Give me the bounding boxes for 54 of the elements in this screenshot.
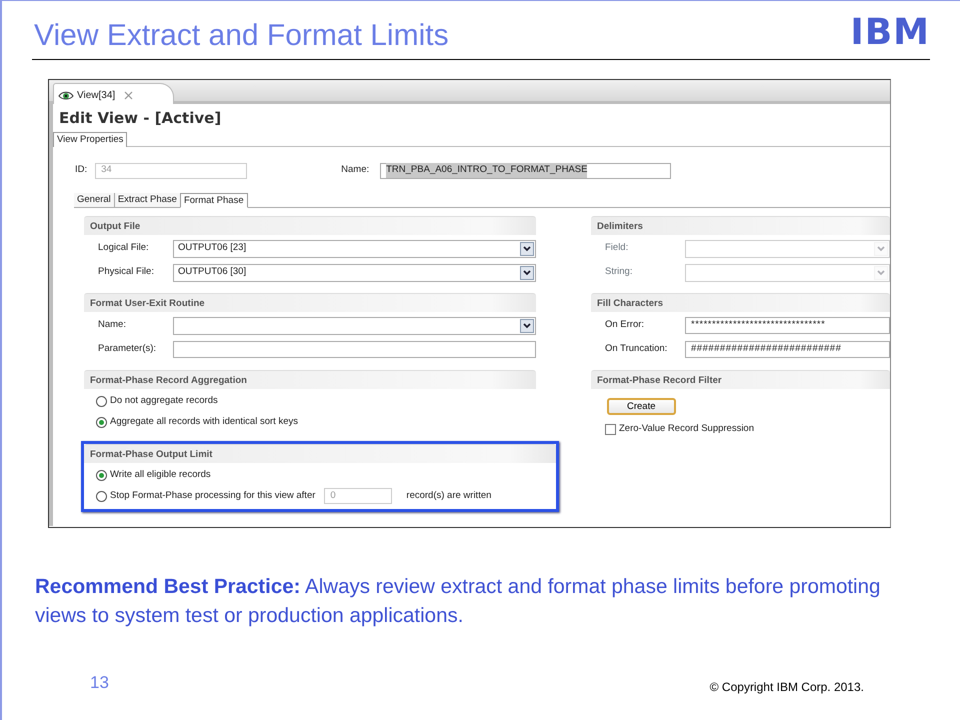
field-label: Field: [605,241,630,256]
dropdown-value: OUTPUT06 [23] [178,241,246,256]
chevron-icon[interactable] [520,266,534,280]
tab-label: View[34] [77,89,116,103]
id-label: ID: [75,163,88,178]
field-label: String: [605,265,634,280]
phase-tab[interactable]: Format Phase [180,192,248,208]
input-field[interactable] [173,341,536,358]
best-practice-note: Recommend Best Practice: Always review extract and format phase limits before promoting views to system test or production applications. [35,574,882,629]
field-label: Physical File: [98,265,155,280]
section-header: Format-Phase Record Filter [591,370,890,388]
close-icon[interactable] [124,91,134,100]
radio-button[interactable] [96,416,107,428]
field-label: Name: [98,318,127,332]
page-number: 13 [90,672,109,694]
radio-label: Aggregate all records with identical sort keys [110,414,298,429]
section-header: Format User-Exit Routine [84,292,536,312]
name-field[interactable]: TRN_PBA_A06_INTRO_TO_FORMAT_PHASE [380,162,672,178]
editor-tab[interactable]: View[34] [53,83,174,104]
chevron-icon[interactable] [520,242,534,256]
field-label: Logical File: [98,241,150,256]
copyright-text: © Copyright IBM Corp. 2013. [710,679,864,696]
checkbox-label: Zero-Value Record Suppression [619,422,754,436]
section-header: Output File [84,216,536,234]
dropdown[interactable]: OUTPUT06 [23] [173,240,536,258]
checkbox[interactable] [605,424,616,435]
chevron-icon[interactable] [520,318,534,332]
phase-tab[interactable]: General [74,192,114,206]
slide-title: View Extract and Format Limits [34,21,449,51]
dropdown-value: OUTPUT06 [30] [178,265,246,280]
section-header: Fill Characters [591,292,890,312]
radio-label: Write all eligible records [110,468,211,482]
field-label: On Truncation: [605,342,668,356]
logo: IBM [850,15,930,51]
create-button[interactable]: Create [607,398,676,415]
suffix-label: record(s) are written [406,488,492,503]
eye-icon [58,90,74,101]
page-tab[interactable]: View Properties [53,132,128,146]
section-header: Format-Phase Output Limit [84,444,556,462]
section-header: Delimiters [591,216,890,234]
radio-label: Stop Format-Phase processing for this view after [110,488,316,503]
field-label: Parameter(s): [98,342,158,356]
field-label: On Error: [605,318,646,332]
radio-button[interactable] [96,490,107,502]
radio-button[interactable] [96,396,107,406]
dropdown[interactable]: OUTPUT06 [30] [173,264,536,282]
radio-button[interactable] [96,470,107,480]
phase-tab[interactable]: Extract Phase [114,192,180,206]
name-label: Name: [341,163,370,178]
section-header: Format-Phase Record Aggregation [84,370,536,388]
editor-heading: Edit View - [Active] [58,108,222,129]
input-field[interactable]: ******************************** [685,317,890,334]
input-field[interactable]: ########################## [685,341,890,358]
radio-label: Do not aggregate records [110,394,218,408]
